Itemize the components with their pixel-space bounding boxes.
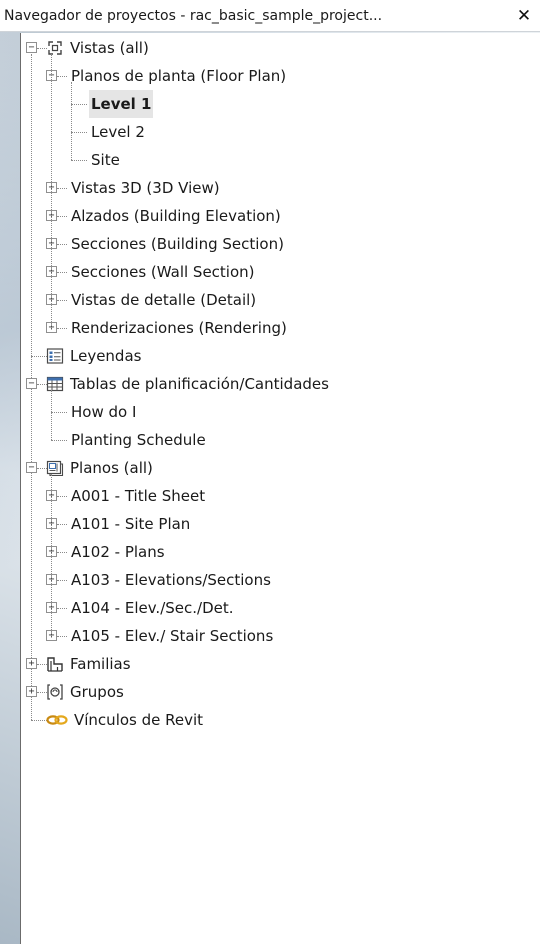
collapse-toggle-icon[interactable]: − <box>26 462 37 473</box>
tree-item-label: A105 - Elev./ Stair Sections <box>71 627 274 645</box>
tree-item-label: Familias <box>70 655 131 673</box>
tree-connector <box>57 636 67 637</box>
tree-connector <box>51 412 67 413</box>
tree-connector <box>57 244 67 245</box>
tree-item-secciones-wall[interactable]: + Secciones (Wall Section) <box>21 258 540 286</box>
tree-item-a102[interactable]: + A102 - Plans <box>21 538 540 566</box>
tree-item-a101[interactable]: + A101 - Site Plan <box>21 510 540 538</box>
tree-connector <box>71 160 87 161</box>
tree-connector <box>57 216 67 217</box>
tree-connector <box>71 104 87 105</box>
tree-item-a103[interactable]: + A103 - Elevations/Sections <box>21 566 540 594</box>
tree-item-vistas-detalle[interactable]: + Vistas de detalle (Detail) <box>21 286 540 314</box>
tree-item-label: A101 - Site Plan <box>71 515 191 533</box>
schedule-icon <box>46 375 64 393</box>
tree-connector <box>57 272 67 273</box>
tree-connector <box>57 328 67 329</box>
tree-item-level-2[interactable]: Level 2 <box>21 118 540 146</box>
tree-connector <box>57 188 67 189</box>
tree-guide-line <box>71 82 72 160</box>
tree-item-label: A104 - Elev./Sec./Det. <box>71 599 234 617</box>
sheets-icon <box>46 459 64 477</box>
tree-item-leyendas[interactable]: Leyendas <box>21 342 540 370</box>
collapse-toggle-icon[interactable]: − <box>26 42 37 53</box>
tree-connector <box>31 720 47 721</box>
project-browser-titlebar: Navegador de proyectos - rac_basic_sampl… <box>0 0 540 32</box>
tree-item-label: Level 2 <box>91 123 145 141</box>
tree-item-label: A102 - Plans <box>71 543 165 561</box>
tree-item-label: Leyendas <box>70 347 142 365</box>
tree-item-grupos[interactable]: + Grupos <box>21 678 540 706</box>
tree-item-label: Renderizaciones (Rendering) <box>71 319 287 337</box>
tree-item-familias[interactable]: + Familias <box>21 650 540 678</box>
window-title: Navegador de proyectos - rac_basic_sampl… <box>4 8 383 24</box>
tree-connector <box>57 524 67 525</box>
tree-item-renderizaciones[interactable]: + Renderizaciones (Rendering) <box>21 314 540 342</box>
tree-item-label: Secciones (Building Section) <box>71 235 284 253</box>
legend-icon <box>46 347 64 365</box>
tree-item-a104[interactable]: + A104 - Elev./Sec./Det. <box>21 594 540 622</box>
tree-connector <box>57 300 67 301</box>
project-browser-panel: − Vistas (all) − Planos de planta (Floor Pl… <box>20 33 540 944</box>
tree-item-a001[interactable]: + A001 - Title Sheet <box>21 482 540 510</box>
tree-item-label: A001 - Title Sheet <box>71 487 206 505</box>
tree-connector <box>71 132 87 133</box>
tree-connector <box>57 552 67 553</box>
tree-item-planos-planta[interactable]: − Planos de planta (Floor Plan) <box>21 62 540 90</box>
tree-item-label: Planos (all) <box>70 459 153 477</box>
groups-icon <box>46 683 64 701</box>
tree-connector <box>31 356 47 357</box>
tree-item-label: How do I <box>71 403 137 421</box>
tree-item-label: Vistas 3D (3D View) <box>71 179 220 197</box>
expand-toggle-icon[interactable]: + <box>26 686 37 697</box>
tree-item-label: Site <box>91 151 120 169</box>
tree-item-label: Tablas de planificación/Cantidades <box>70 375 329 393</box>
desktop-background <box>0 0 22 944</box>
tree-item-label: Grupos <box>70 683 124 701</box>
tree-guide-line <box>51 54 52 328</box>
tree-item-label: Vistas de detalle (Detail) <box>71 291 257 309</box>
tree-item-planting-schedule[interactable]: Planting Schedule <box>21 426 540 454</box>
tree-connector <box>57 608 67 609</box>
tree-item-planos[interactable]: − Planos (all) <box>21 454 540 482</box>
tree-connector <box>57 580 67 581</box>
tree-item-label: A103 - Elevations/Sections <box>71 571 271 589</box>
tree-item-how-do-i[interactable]: How do I <box>21 398 540 426</box>
tree-item-label: Vínculos de Revit <box>74 711 204 729</box>
tree-item-secciones-building[interactable]: + Secciones (Building Section) <box>21 230 540 258</box>
tree-item-label: Planos de planta (Floor Plan) <box>71 67 287 85</box>
close-button[interactable]: ✕ <box>512 4 536 28</box>
tree-item-alzados[interactable]: + Alzados (Building Elevation) <box>21 202 540 230</box>
tree-item-label: Secciones (Wall Section) <box>71 263 255 281</box>
expand-toggle-icon[interactable]: + <box>26 658 37 669</box>
tree-item-level-1[interactable]: Level 1 <box>21 90 540 118</box>
tree-guide-line <box>51 474 52 636</box>
tree-item-a105[interactable]: + A105 - Elev./ Stair Sections <box>21 622 540 650</box>
views-icon <box>46 39 64 57</box>
tree-item-label: Planting Schedule <box>71 431 206 449</box>
tree-item-vinculos[interactable]: Vínculos de Revit <box>21 706 540 734</box>
tree-connector <box>57 496 67 497</box>
tree-item-label: Alzados (Building Elevation) <box>71 207 281 225</box>
tree-item-vistas[interactable]: − Vistas (all) <box>21 34 540 62</box>
tree-item-label: Vistas (all) <box>70 39 149 57</box>
tree-item-label: Level 1 <box>89 90 154 118</box>
tree-item-tablas[interactable]: − Tablas de planificación/Cantidades <box>21 370 540 398</box>
project-tree: − Vistas (all) − Planos de planta (Floor Pl… <box>21 33 540 944</box>
tree-guide-line <box>51 390 52 440</box>
collapse-toggle-icon[interactable]: − <box>26 378 37 389</box>
tree-item-vistas-3d[interactable]: + Vistas 3D (3D View) <box>21 174 540 202</box>
tree-item-site[interactable]: Site <box>21 146 540 174</box>
revit-links-icon <box>46 711 68 729</box>
tree-connector <box>57 76 67 77</box>
families-icon <box>46 655 64 673</box>
tree-connector <box>51 440 67 441</box>
